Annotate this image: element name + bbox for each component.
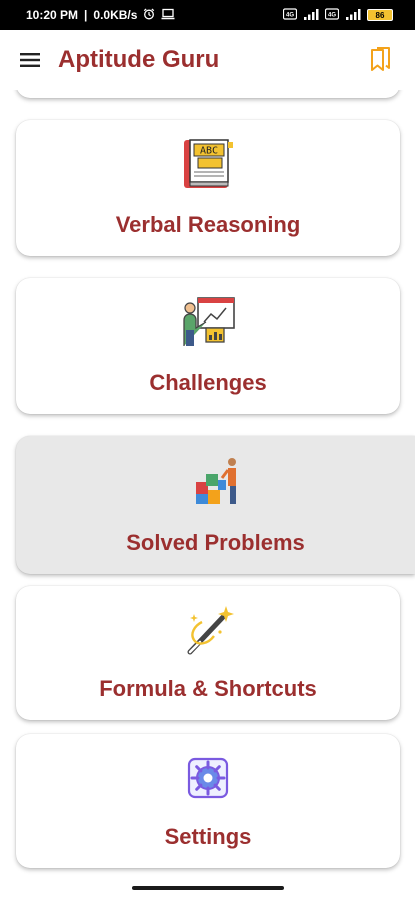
menu-card-solved-problems[interactable]: Solved Problems (16, 436, 415, 574)
screen-cast-icon (161, 8, 175, 23)
magic-wand-icon (180, 602, 236, 658)
app-title: Aptitude Guru (58, 46, 220, 73)
menu-card-settings[interactable]: Settings (16, 734, 400, 868)
menu-list[interactable]: ABC Verbal Reasoning Challenges Solved P… (0, 90, 415, 880)
status-net-speed: 0.0KB/s (93, 8, 138, 22)
signal-icon-2 (345, 8, 361, 23)
menu-card-label: Challenges (149, 370, 267, 395)
battery-icon: 86 (367, 9, 393, 21)
battery-level: 86 (375, 10, 385, 20)
signal-icon (303, 8, 319, 23)
menu-card-challenges[interactable]: Challenges (16, 278, 400, 414)
menu-card-partial[interactable] (16, 90, 400, 98)
alarm-icon (143, 8, 155, 23)
volte-icon-2: 4G (324, 7, 340, 23)
gesture-nav-handle[interactable] (132, 886, 284, 890)
app-bar: Aptitude Guru (0, 30, 415, 90)
presentation-icon (180, 294, 236, 350)
settings-gear-icon (180, 750, 236, 806)
hamburger-menu-icon[interactable] (18, 48, 42, 72)
menu-card-label: Settings (164, 824, 252, 849)
svg-text:4G: 4G (328, 12, 336, 18)
menu-card-label: Solved Problems (126, 530, 305, 555)
svg-text:ABC: ABC (200, 146, 218, 157)
bookmarks-icon[interactable] (367, 46, 395, 74)
puzzle-person-icon (188, 452, 244, 508)
menu-card-label: Formula & Shortcuts (99, 676, 317, 701)
status-time: 10:20 PM (26, 8, 79, 22)
menu-card-verbal-reasoning[interactable]: ABC Verbal Reasoning (16, 120, 400, 256)
abc-book-icon: ABC (180, 136, 236, 192)
status-divider: | (84, 8, 88, 22)
menu-card-label: Verbal Reasoning (115, 212, 301, 237)
svg-text:4G: 4G (286, 12, 294, 18)
status-bar: 10:20 PM | 0.0KB/s 4G 4G 86 (0, 0, 415, 30)
volte-icon: 4G (282, 7, 298, 23)
menu-card-formula-shortcuts[interactable]: Formula & Shortcuts (16, 586, 400, 720)
